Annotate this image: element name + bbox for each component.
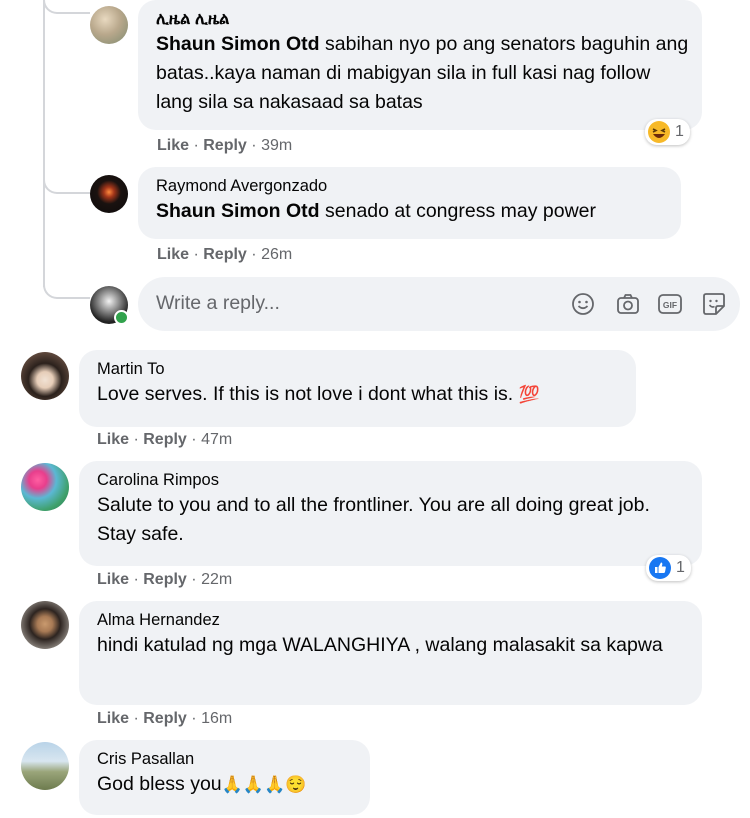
like-link[interactable]: Like: [157, 137, 189, 154]
reaction-summary[interactable]: 1: [646, 555, 691, 581]
comment-text: Love serves. If this is not love i dont …: [97, 383, 540, 405]
comment-timestamp[interactable]: 22m: [201, 571, 232, 588]
reply-input[interactable]: Write a reply... GIF: [138, 277, 740, 331]
comment-author[interactable]: Cris Pasallan: [97, 748, 358, 770]
thread-line-branch: [43, 170, 90, 194]
thread-line-branch: [43, 0, 90, 14]
mention-link[interactable]: Shaun Simon Otd: [156, 200, 320, 222]
reply-link[interactable]: Reply: [203, 246, 247, 263]
online-status-dot: [114, 310, 129, 325]
comment-bubble: Alma Hernandez hindi katulad ng mga WALA…: [79, 601, 702, 705]
comment-author[interactable]: Carolina Rimpos: [97, 469, 690, 491]
comment-text: hindi katulad ng mga WALANGHIYA , walang…: [97, 634, 663, 656]
like-link[interactable]: Like: [97, 431, 129, 448]
comment-bubble: Martin To Love serves. If this is not lo…: [79, 350, 636, 427]
avatar[interactable]: [21, 601, 69, 649]
reply-placeholder: Write a reply...: [156, 292, 280, 314]
comment-text: Shaun Simon Otd sabihan nyo po ang senat…: [156, 33, 689, 113]
comment-timestamp[interactable]: 39m: [261, 137, 292, 154]
emoji-icon[interactable]: [570, 291, 596, 317]
comment-author[interactable]: Raymond Avergonzado: [156, 175, 669, 197]
haha-icon: [648, 121, 670, 143]
like-link[interactable]: Like: [97, 710, 129, 727]
comment-actions: Like · Reply · 39m: [157, 137, 293, 154]
reaction-count: 1: [675, 123, 684, 140]
comment-text: Shaun Simon Otd senado at congress may p…: [156, 200, 596, 222]
gif-icon[interactable]: GIF: [657, 291, 683, 317]
avatar[interactable]: [21, 742, 69, 790]
reaction-count: 1: [676, 559, 685, 576]
svg-text:GIF: GIF: [663, 300, 677, 310]
reply-link[interactable]: Reply: [143, 710, 187, 727]
like-link[interactable]: Like: [157, 246, 189, 263]
comment-timestamp[interactable]: 47m: [201, 431, 232, 448]
comment-bubble: Cris Pasallan God bless you🙏🙏🙏😌: [79, 740, 370, 815]
comment-bubble: Carolina Rimpos Salute to you and to all…: [79, 461, 702, 566]
reply-link[interactable]: Reply: [203, 137, 247, 154]
comment-actions: Like · Reply · 16m: [97, 710, 233, 727]
comment-bubble: ሊዜል ሊዜል Shaun Simon Otd sabihan nyo po a…: [138, 0, 702, 130]
thread-line-branch: [43, 275, 90, 299]
comment-author[interactable]: Martin To: [97, 358, 624, 380]
hundred-points-icon: 💯: [518, 385, 540, 404]
current-user-avatar[interactable]: [90, 286, 129, 325]
avatar[interactable]: [21, 352, 69, 400]
like-link[interactable]: Like: [97, 571, 129, 588]
comment-timestamp[interactable]: 26m: [261, 246, 292, 263]
comment-bubble: Raymond Avergonzado Shaun Simon Otd sena…: [138, 167, 681, 239]
comment-text: God bless you🙏🙏🙏😌: [97, 773, 307, 795]
comment-text: Salute to you and to all the frontliner.…: [97, 494, 650, 545]
comment-actions: Like · Reply · 26m: [157, 246, 293, 263]
avatar[interactable]: [90, 175, 128, 213]
like-icon: [649, 557, 671, 579]
camera-icon[interactable]: [615, 291, 641, 317]
comment-timestamp[interactable]: 16m: [201, 710, 232, 727]
mention-link[interactable]: Shaun Simon Otd: [156, 33, 320, 55]
comment-author[interactable]: Alma Hernandez: [97, 609, 690, 631]
reply-link[interactable]: Reply: [143, 571, 187, 588]
comment-actions: Like · Reply · 22m: [97, 571, 233, 588]
thread-line-vertical: [43, 0, 45, 287]
comment-actions: Like · Reply · 47m: [97, 431, 233, 448]
sticker-icon[interactable]: [701, 291, 727, 317]
avatar[interactable]: [90, 6, 128, 44]
avatar[interactable]: [21, 463, 69, 511]
comment-author[interactable]: ሊዜል ሊዜል: [156, 8, 690, 30]
reaction-summary[interactable]: 1: [645, 119, 690, 145]
praying-hands-icon: 🙏🙏🙏😌: [221, 775, 307, 794]
reply-link[interactable]: Reply: [143, 431, 187, 448]
